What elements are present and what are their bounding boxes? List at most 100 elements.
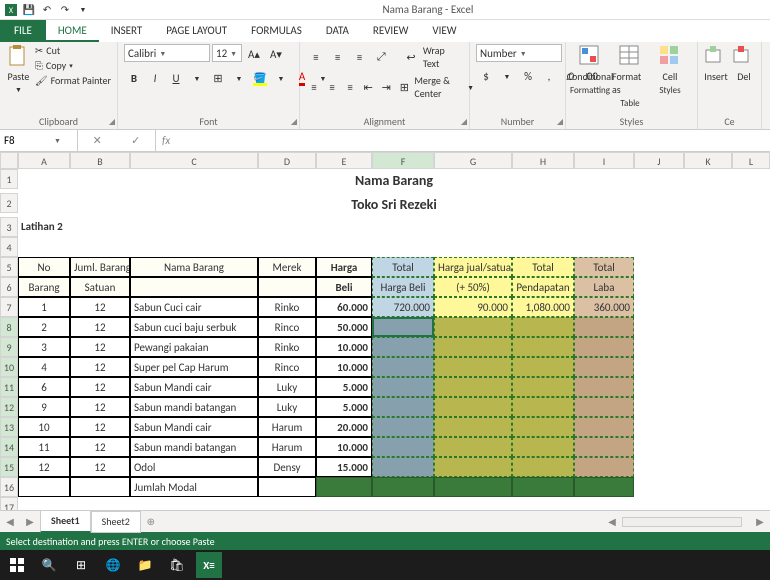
dialog-launcher-icon[interactable]: ◢ xyxy=(109,117,115,127)
cell[interactable] xyxy=(512,317,574,337)
cell[interactable]: 5.000 xyxy=(316,397,372,417)
cell[interactable] xyxy=(634,317,770,337)
cell[interactable] xyxy=(18,237,770,257)
row-header[interactable]: 11 xyxy=(0,377,18,397)
edge-icon[interactable]: 🌐 xyxy=(100,552,126,578)
cell[interactable] xyxy=(372,417,434,437)
cell[interactable] xyxy=(512,397,574,417)
redo-icon[interactable]: ↷ xyxy=(58,3,72,17)
align-top-button[interactable]: ≡ xyxy=(306,47,326,67)
cell[interactable] xyxy=(512,477,574,497)
cell[interactable]: Sabun Mandi cair xyxy=(130,417,258,437)
hdr-merek[interactable]: Merek xyxy=(258,257,316,277)
cell[interactable]: Harum xyxy=(258,417,316,437)
row-header[interactable]: 15 xyxy=(0,457,18,477)
cell[interactable]: Sabun mandi batangan xyxy=(130,397,258,417)
cell[interactable] xyxy=(512,437,574,457)
title[interactable]: Nama Barang xyxy=(18,169,770,193)
increase-font-button[interactable]: A▴ xyxy=(244,44,264,64)
select-all-corner[interactable] xyxy=(0,152,18,169)
hdr-total3[interactable]: Total xyxy=(574,257,634,277)
bold-button[interactable]: B xyxy=(124,68,144,88)
border-dropdown[interactable]: ▼ xyxy=(229,68,249,88)
cell[interactable]: 720.000 xyxy=(372,297,434,317)
sheet-area[interactable]: A B C D E F G H I J K L 1 Nama Barang 2 … xyxy=(0,152,770,510)
cell[interactable] xyxy=(434,457,512,477)
latihan-label[interactable]: Latihan 2 xyxy=(18,217,130,237)
tab-review[interactable]: REVIEW xyxy=(361,20,421,42)
cell[interactable] xyxy=(634,297,770,317)
hdr-pendapatan[interactable]: Pendapatan xyxy=(512,277,574,297)
cell[interactable] xyxy=(634,437,770,457)
scroll-right-icon[interactable]: ▶ xyxy=(750,515,770,528)
enter-formula-icon[interactable]: ✓ xyxy=(131,134,140,147)
dialog-launcher-icon[interactable]: ◢ xyxy=(291,117,297,127)
sheet-tab[interactable]: Sheet1 xyxy=(40,510,91,533)
cell[interactable]: 12 xyxy=(70,357,130,377)
hdr-harga[interactable]: Harga xyxy=(316,257,372,277)
qat-dropdown-icon[interactable]: ▼ xyxy=(76,3,90,17)
cell-styles-button[interactable]: Cell Styles xyxy=(652,44,688,96)
fill-color-dropdown[interactable]: ▼ xyxy=(271,68,291,88)
cell[interactable] xyxy=(634,377,770,397)
cell[interactable]: 9 xyxy=(18,397,70,417)
tab-page-layout[interactable]: PAGE LAYOUT xyxy=(154,20,239,42)
col-header[interactable]: H xyxy=(512,152,574,169)
cell[interactable] xyxy=(574,377,634,397)
hdr-jml[interactable]: Juml. Barang xyxy=(70,257,130,277)
cell[interactable]: 12 xyxy=(70,457,130,477)
decrease-font-button[interactable]: A▾ xyxy=(266,44,286,64)
cell[interactable] xyxy=(434,377,512,397)
underline-dropdown[interactable]: ▼ xyxy=(187,68,207,88)
cell[interactable]: 12 xyxy=(70,377,130,397)
cell[interactable]: Sabun Cuci cair xyxy=(130,297,258,317)
cell[interactable] xyxy=(372,457,434,477)
cell[interactable]: Sabun Mandi cair xyxy=(130,377,258,397)
cell[interactable] xyxy=(130,277,258,297)
col-header[interactable]: L xyxy=(732,152,770,169)
sheet-tab[interactable]: Sheet2 xyxy=(91,511,141,533)
cell[interactable] xyxy=(574,337,634,357)
row-header[interactable]: 6 xyxy=(0,277,18,297)
tab-home[interactable]: HOME xyxy=(46,20,99,42)
row-header[interactable]: 14 xyxy=(0,437,18,457)
cell[interactable] xyxy=(574,357,634,377)
format-painter-button[interactable]: 🖌Format Painter xyxy=(35,74,111,87)
formula-input[interactable] xyxy=(176,132,764,149)
cell[interactable] xyxy=(512,377,574,397)
jumlah-modal[interactable]: Jumlah Modal xyxy=(130,477,258,497)
percent-button[interactable]: % xyxy=(518,66,538,86)
cell[interactable] xyxy=(372,477,434,497)
store-icon[interactable]: 🛍 xyxy=(164,552,190,578)
cell[interactable]: 20.000 xyxy=(316,417,372,437)
row-header[interactable]: 1 xyxy=(0,169,18,189)
cell[interactable]: Pewangi pakaian xyxy=(130,337,258,357)
explorer-icon[interactable]: 📁 xyxy=(132,552,158,578)
hdr-hargajual[interactable]: Harga jual/satuan xyxy=(434,257,512,277)
cell[interactable]: 4 xyxy=(18,357,70,377)
cell[interactable] xyxy=(18,497,770,510)
cell[interactable] xyxy=(316,477,372,497)
hdr-nama[interactable]: Nama Barang xyxy=(130,257,258,277)
hdr-laba[interactable]: Laba xyxy=(574,277,634,297)
row-header[interactable]: 9 xyxy=(0,337,18,357)
col-header[interactable]: B xyxy=(70,152,130,169)
cell[interactable] xyxy=(372,337,434,357)
fx-icon[interactable]: fx xyxy=(162,134,170,147)
cell[interactable] xyxy=(258,477,316,497)
cell[interactable]: Sabun cuci baju serbuk xyxy=(130,317,258,337)
cell[interactable] xyxy=(70,477,130,497)
cell[interactable]: 50.000 xyxy=(316,317,372,337)
row-header[interactable]: 12 xyxy=(0,397,18,417)
cell[interactable]: Super pel Cap Harum xyxy=(130,357,258,377)
cell[interactable]: 5.000 xyxy=(316,377,372,397)
chevron-down-icon[interactable]: ▼ xyxy=(54,136,61,145)
cell[interactable]: 12 xyxy=(18,457,70,477)
paste-button[interactable]: Paste ▼ xyxy=(6,44,31,94)
align-right-button[interactable]: ≡ xyxy=(342,77,358,97)
active-cell[interactable] xyxy=(372,317,434,337)
col-header[interactable]: A xyxy=(18,152,70,169)
name-box-input[interactable] xyxy=(4,134,54,147)
cell[interactable] xyxy=(434,357,512,377)
cell[interactable]: 10 xyxy=(18,417,70,437)
